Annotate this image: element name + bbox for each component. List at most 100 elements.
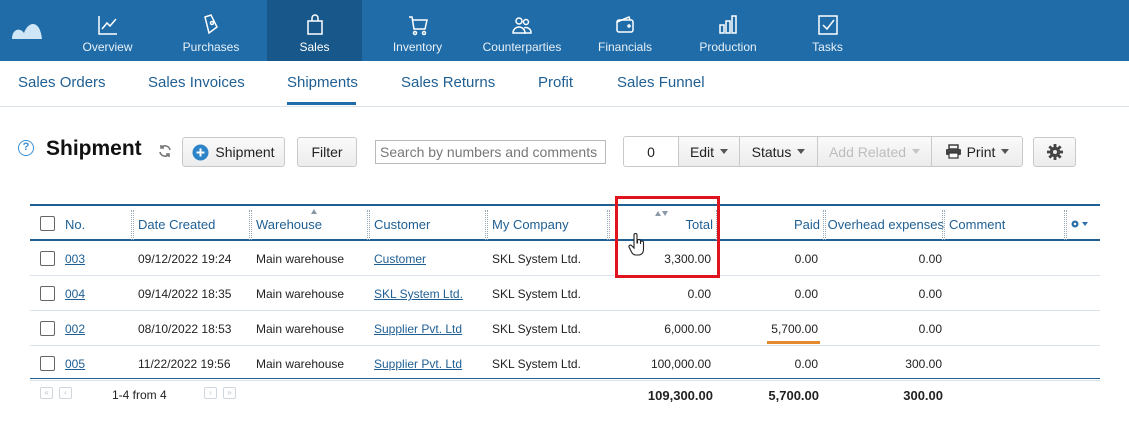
prev-page-button[interactable]: ‹ <box>59 387 72 399</box>
subnav-sales-orders[interactable]: Sales Orders <box>18 74 106 91</box>
row-checkbox[interactable] <box>40 321 55 336</box>
add-related-label: Add Related <box>828 143 907 160</box>
nav-financials[interactable]: Financials <box>590 0 660 61</box>
last-page-button[interactable]: » <box>223 387 236 399</box>
shipment-number-link[interactable]: 003 <box>65 252 85 266</box>
select-all-checkbox[interactable] <box>40 216 55 231</box>
selected-count: 0 <box>624 137 679 166</box>
table-row[interactable]: 005 11/22/2022 19:56 Main warehouse Supp… <box>30 346 1100 381</box>
column-resize-handle[interactable] <box>367 210 370 240</box>
column-header-customer[interactable]: Customer <box>374 217 430 232</box>
search-input[interactable] <box>375 140 606 164</box>
column-header-no[interactable]: No. <box>65 217 85 232</box>
refresh-icon[interactable] <box>158 144 172 158</box>
table-row[interactable]: 002 08/10/2022 18:53 Main warehouse Supp… <box>30 311 1100 346</box>
column-header-date-created[interactable]: Date Created <box>138 217 215 232</box>
top-navigation: Overview Purchases Sales Inventory Count… <box>0 0 1129 61</box>
nav-sales[interactable]: Sales <box>267 0 362 61</box>
chevron-down-icon <box>720 149 729 154</box>
next-page-button[interactable]: › <box>204 387 217 399</box>
column-header-overhead-expenses[interactable]: Overhead expenses <box>828 217 944 232</box>
column-header-warehouse[interactable]: Warehouse <box>256 217 322 232</box>
cell-overhead: 0.00 <box>918 287 942 301</box>
cell-company: SKL System Ltd. <box>492 252 581 266</box>
subnav-sales-returns[interactable]: Sales Returns <box>401 74 495 91</box>
nav-overview[interactable]: Overview <box>70 0 145 61</box>
column-header-my-company[interactable]: My Company <box>492 217 569 232</box>
subnav-sales-invoices[interactable]: Sales Invoices <box>148 74 245 91</box>
cell-paid: 0.00 <box>794 252 818 266</box>
sub-navigation: Sales Orders Sales Invoices Shipments Sa… <box>0 61 1129 107</box>
settings-button[interactable] <box>1033 137 1076 167</box>
filter-label: Filter <box>311 144 343 160</box>
chevron-down-icon <box>1001 149 1010 154</box>
nav-item-label: Tasks <box>812 40 843 54</box>
cell-paid: 0.00 <box>794 357 818 371</box>
customer-link[interactable]: Supplier Pvt. Ltd <box>374 357 462 371</box>
plus-circle-icon <box>192 144 209 160</box>
help-icon[interactable]: ? <box>18 140 34 156</box>
cell-total: 0.00 <box>687 287 711 301</box>
customer-link[interactable]: SKL System Ltd. <box>374 287 463 301</box>
cell-date: 09/14/2022 18:35 <box>138 287 232 301</box>
active-tab-underline <box>287 102 356 105</box>
column-header-comment[interactable]: Comment <box>949 217 1005 232</box>
chevron-down-icon <box>912 149 921 154</box>
row-checkbox[interactable] <box>40 356 55 371</box>
column-resize-handle[interactable] <box>1064 210 1067 240</box>
nav-inventory[interactable]: Inventory <box>380 0 455 61</box>
footer-overhead-sum: 300.00 <box>903 388 943 403</box>
cell-date: 08/10/2022 18:53 <box>138 322 232 336</box>
shipment-number-link[interactable]: 004 <box>65 287 85 301</box>
column-header-paid[interactable]: Paid <box>794 217 820 232</box>
chevron-down-icon <box>797 149 806 154</box>
column-resize-handle[interactable] <box>607 210 610 240</box>
people-icon <box>512 17 532 34</box>
nav-item-label: Production <box>699 40 757 54</box>
add-shipment-button[interactable]: Shipment <box>182 137 285 167</box>
customer-link[interactable]: Supplier Pvt. Ltd <box>374 322 462 336</box>
gear-icon <box>1046 144 1063 160</box>
filter-button[interactable]: Filter <box>297 137 357 167</box>
footer-paid-sum: 5,700.00 <box>768 388 819 403</box>
cell-overhead: 0.00 <box>918 322 942 336</box>
cell-company: SKL System Ltd. <box>492 287 581 301</box>
status-dropdown[interactable]: Status <box>740 137 818 166</box>
shipment-number-link[interactable]: 005 <box>65 357 85 371</box>
column-resize-handle[interactable] <box>249 210 252 240</box>
first-page-button[interactable]: « <box>40 387 53 399</box>
row-checkbox[interactable] <box>40 251 55 266</box>
print-dropdown[interactable]: Print <box>932 137 1022 166</box>
app-logo-icon[interactable] <box>10 15 44 41</box>
cell-total: 6,000.00 <box>664 322 711 336</box>
column-settings-icon[interactable] <box>1070 219 1090 229</box>
edit-label: Edit <box>689 143 715 160</box>
table-row[interactable]: 003 09/12/2022 19:24 Main warehouse Cust… <box>30 241 1100 276</box>
nav-counterparties[interactable]: Counterparties <box>478 0 566 61</box>
checkbox-icon <box>817 15 838 35</box>
cart-icon <box>408 16 428 36</box>
cell-paid: 5,700.00 <box>771 322 818 336</box>
shipment-number-link[interactable]: 002 <box>65 322 85 336</box>
table-row[interactable]: 004 09/14/2022 18:35 Main warehouse SKL … <box>30 276 1100 311</box>
nav-item-label: Counterparties <box>482 40 562 54</box>
add-related-dropdown: Add Related <box>818 137 932 166</box>
wallet-icon <box>616 15 634 33</box>
table-footer: « ‹ 1-4 from 4 › » 109,300.00 5,700.00 3… <box>30 378 1100 408</box>
printer-icon <box>945 144 961 159</box>
customer-link[interactable]: Customer <box>374 252 426 266</box>
edit-dropdown[interactable]: Edit <box>679 137 740 166</box>
subnav-sales-funnel[interactable]: Sales Funnel <box>617 74 705 91</box>
column-resize-handle[interactable] <box>485 210 488 240</box>
nav-production[interactable]: Production <box>692 0 764 61</box>
row-checkbox[interactable] <box>40 286 55 301</box>
nav-item-label: Sales <box>299 40 330 54</box>
column-resize-handle[interactable] <box>823 210 826 240</box>
column-resize-handle[interactable] <box>942 210 945 240</box>
subnav-shipments[interactable]: Shipments <box>287 74 358 91</box>
nav-tasks[interactable]: Tasks <box>800 0 855 61</box>
column-resize-handle[interactable] <box>131 210 134 240</box>
page-title: Shipment <box>46 137 142 160</box>
subnav-profit[interactable]: Profit <box>538 74 573 91</box>
nav-purchases[interactable]: Purchases <box>170 0 252 61</box>
